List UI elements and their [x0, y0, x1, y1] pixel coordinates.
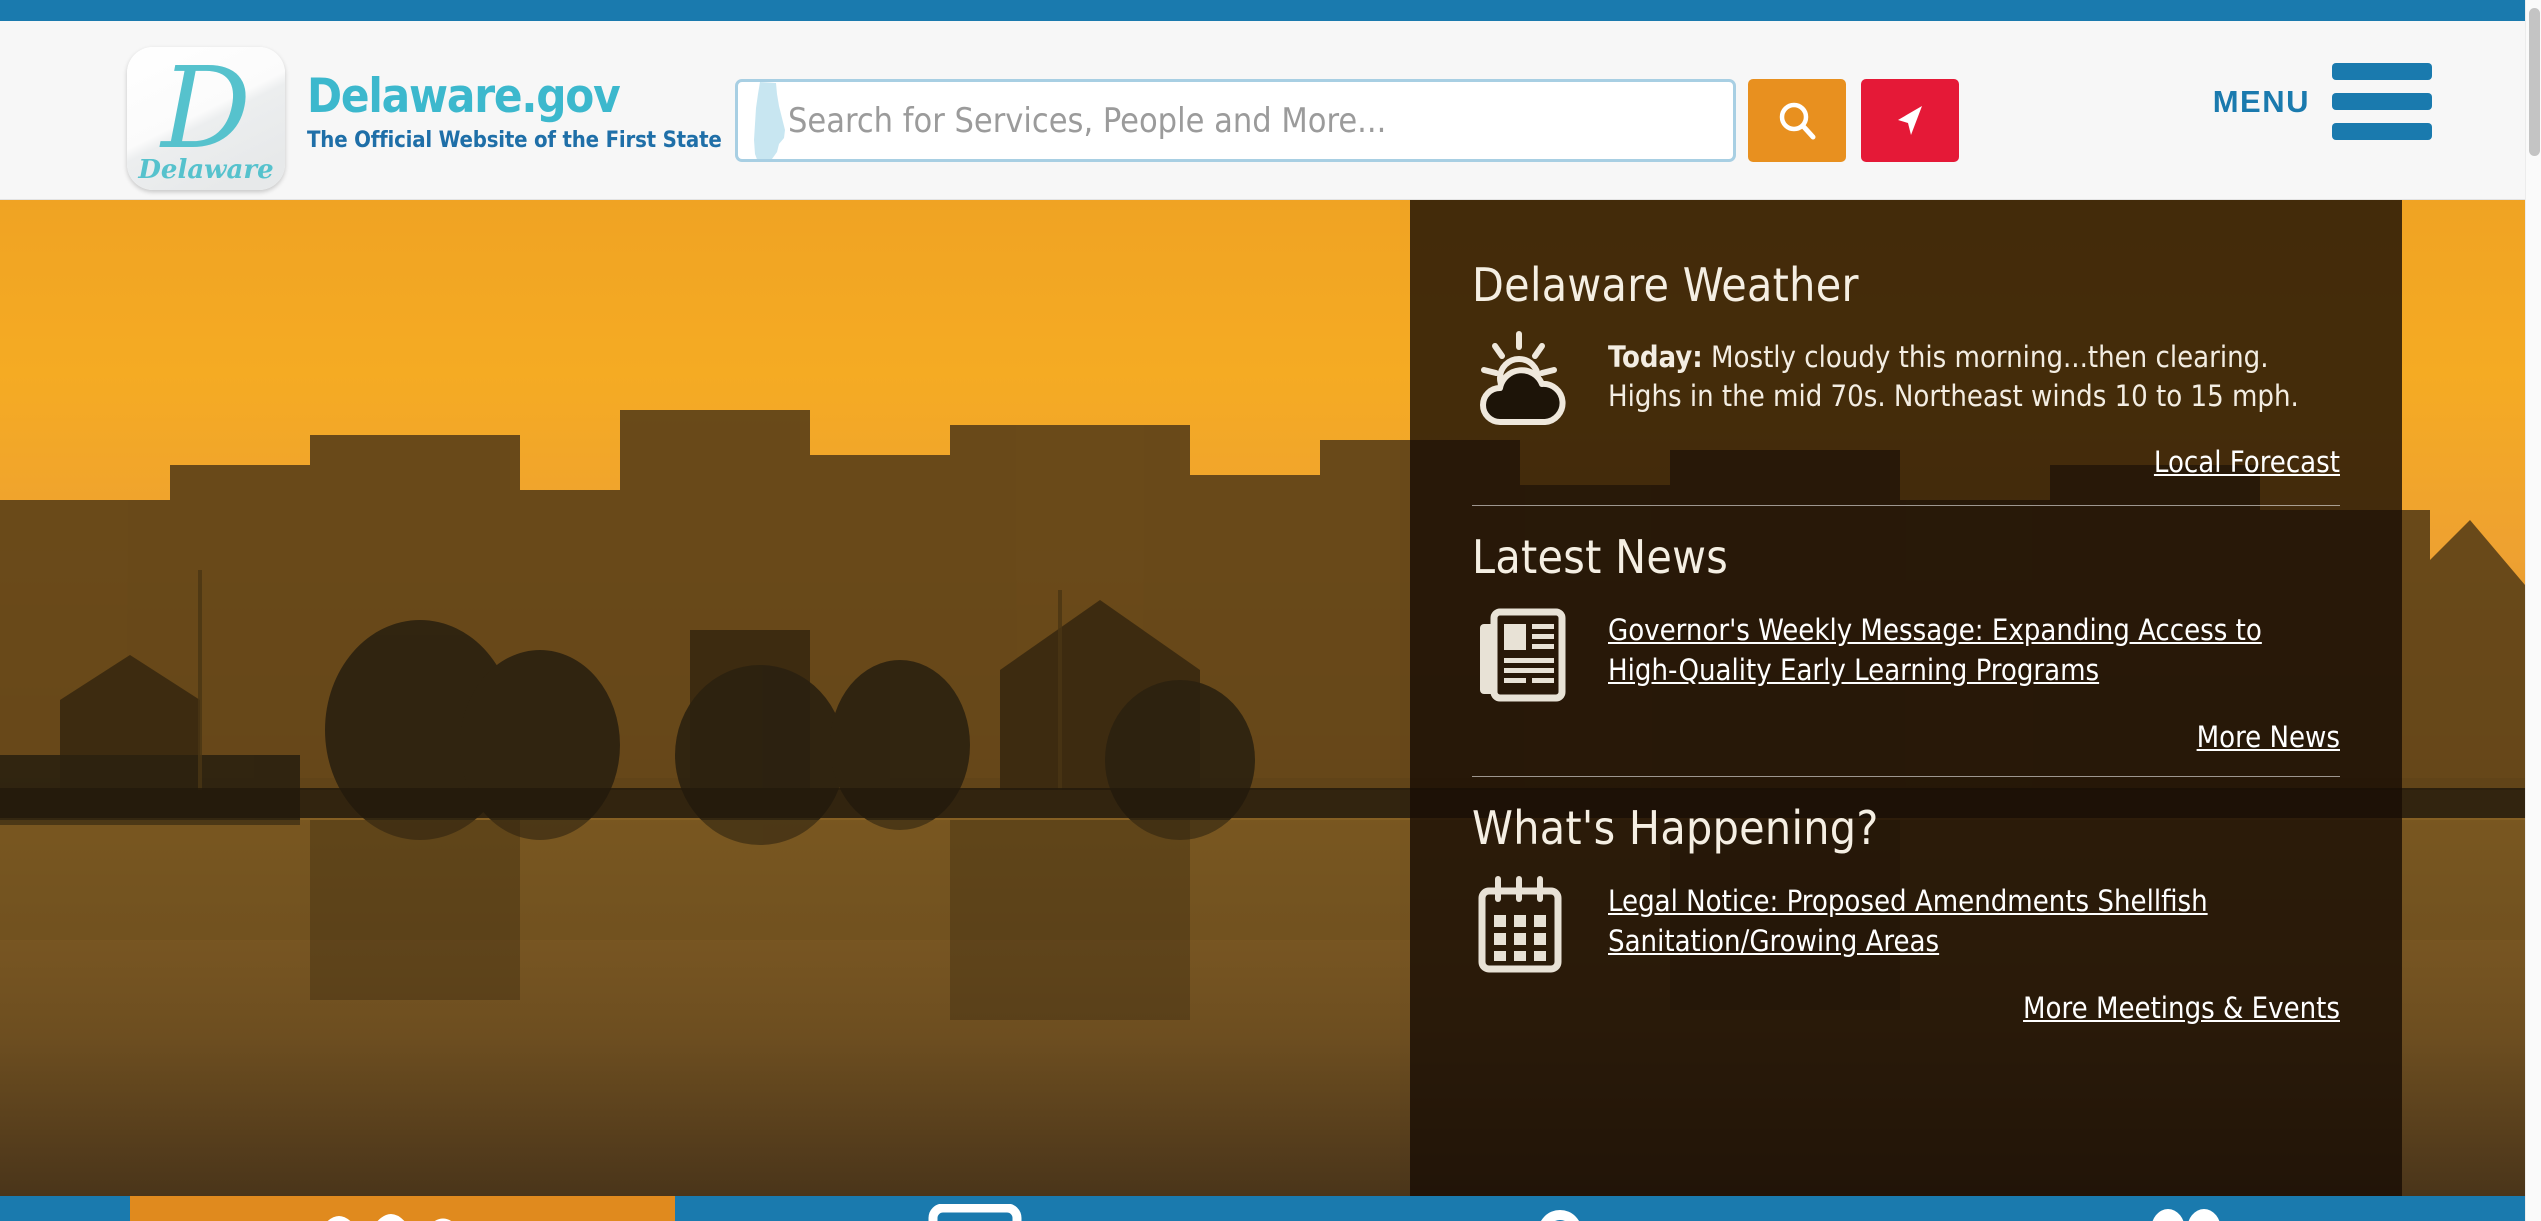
search-input[interactable]: [788, 82, 1733, 159]
events-heading: What's Happening?: [1472, 800, 1879, 855]
scrollbar-thumb[interactable]: [2529, 8, 2540, 156]
news-section: Latest News Governor's Weekly Message: E…: [1472, 506, 2340, 776]
people-icon: [2120, 1196, 2250, 1221]
question-circle-icon: [1520, 1196, 1600, 1221]
site-title: Delaware.gov: [307, 69, 621, 124]
top-accent-bar: [0, 0, 2525, 21]
domes-icon: [303, 1196, 503, 1221]
search-button[interactable]: [1748, 79, 1846, 162]
calendar-icon: [1472, 873, 1576, 977]
weather-section: Delaware Weather Today: Mostly cloudy th…: [1472, 258, 2340, 505]
newspaper-icon: [1472, 602, 1576, 706]
hamburger-menu-icon[interactable]: [2332, 63, 2432, 140]
menu-button[interactable]: MENU: [2213, 63, 2432, 140]
local-forecast-link[interactable]: Local Forecast: [1608, 445, 2340, 479]
document-icon: [915, 1196, 1035, 1221]
brand-block[interactable]: Delaware.gov The Official Website of the…: [307, 73, 722, 153]
tile-help[interactable]: [1275, 1196, 1845, 1221]
site-header: D Delaware Delaware.gov The Official Web…: [0, 21, 2525, 200]
tile-people[interactable]: [1845, 1196, 2525, 1221]
tile-documents[interactable]: [675, 1196, 1275, 1221]
delaware-state-outline-icon: [746, 82, 790, 159]
tile-blue-left[interactable]: [0, 1196, 130, 1221]
delaware-logo[interactable]: D Delaware: [127, 47, 285, 190]
info-panel: Delaware Weather Today: Mostly cloudy th…: [1410, 200, 2402, 1196]
locate-button[interactable]: [1861, 79, 1959, 162]
svg-text:Delaware: Delaware: [137, 155, 273, 185]
weather-forecast-text: Today: Mostly cloudy this morning...then…: [1608, 338, 2340, 417]
events-section: What's Happening? Legal Notice: Proposed…: [1472, 777, 2340, 1025]
sun-behind-cloud-icon: [1472, 330, 1576, 434]
news-heading: Latest News: [1472, 529, 1729, 584]
menu-label: MENU: [2212, 83, 2310, 119]
weather-forecast: Mostly cloudy this morning...then cleari…: [1608, 340, 2299, 414]
hero-banner: Delaware Weather Today: Mostly cloudy th…: [0, 200, 2525, 1196]
site-tagline: The Official Website of the First State: [307, 128, 722, 153]
weather-heading: Delaware Weather: [1472, 258, 1859, 312]
tile-state-buildings[interactable]: [130, 1196, 675, 1221]
news-headline-link[interactable]: Governor's Weekly Message: Expanding Acc…: [1608, 610, 2340, 690]
more-news-link[interactable]: More News: [1608, 720, 2340, 754]
more-events-link[interactable]: More Meetings & Events: [1608, 991, 2340, 1025]
page-root: D Delaware Delaware.gov The Official Web…: [0, 0, 2541, 1221]
events-headline-link[interactable]: Legal Notice: Proposed Amendments Shellf…: [1608, 881, 2340, 961]
page-scrollbar[interactable]: [2525, 0, 2541, 1221]
search-box[interactable]: [735, 79, 1736, 162]
weather-today-label: Today:: [1608, 340, 1703, 374]
quicklinks-tilebar: [0, 1196, 2525, 1221]
